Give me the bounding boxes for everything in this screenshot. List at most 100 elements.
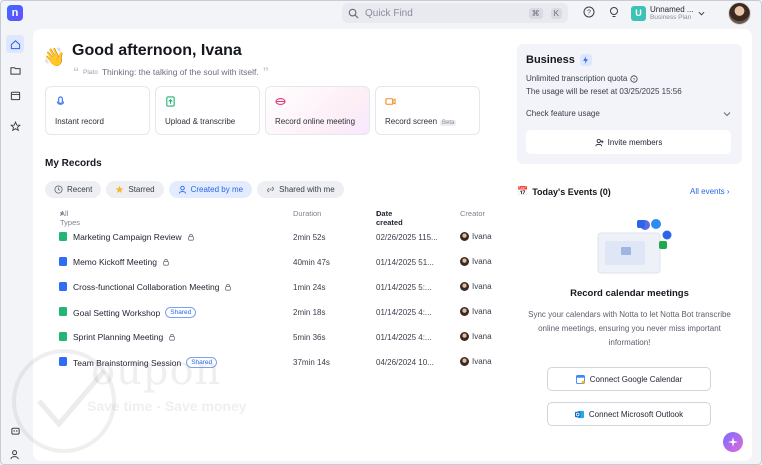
- record-online-meeting-button[interactable]: Record online meeting: [265, 86, 370, 135]
- table-row[interactable]: Sprint Planning Meeting 5min 36s 01/14/202…: [33, 324, 503, 349]
- table-row[interactable]: Marketing Campaign Review 2min 52s 02/26/2…: [33, 224, 503, 249]
- record-duration: 2min 52s: [293, 233, 326, 242]
- microphone-icon: [56, 96, 65, 105]
- creator-avatar: [460, 232, 469, 241]
- quote-author: Plato: [83, 68, 98, 76]
- user-menu[interactable]: U Unnamed ... Business Plan: [631, 2, 723, 24]
- record-filters: Recent Starred Created by me Shared with…: [45, 181, 344, 198]
- table-row[interactable]: Team Brainstorming Session Shared 37min 14…: [33, 349, 503, 374]
- screen-record-icon: [385, 98, 396, 105]
- google-button-label: Connect Google Calendar: [589, 374, 683, 384]
- open-quote-mark: “: [73, 65, 79, 79]
- link-icon: [267, 186, 274, 193]
- record-creator: Ivana: [460, 232, 492, 241]
- calendar-sync-description: Sync your calendars with Notta to let No…: [528, 310, 731, 347]
- help-circle-icon[interactable]: ?: [630, 74, 638, 83]
- home-icon: [10, 39, 20, 49]
- records-table-header: All Types ▾ Duration Date created ↓ Crea…: [60, 209, 500, 227]
- main-panel: 👋 Good afternoon, Ivana “ Plato Thinking…: [33, 29, 752, 461]
- record-date: 01/14/2025 4:...: [376, 308, 432, 317]
- events-title: Today's Events (0): [532, 186, 611, 197]
- lock-icon: [187, 233, 194, 241]
- notta-logo[interactable]: n: [7, 5, 23, 21]
- filter-label: Starred: [128, 185, 155, 194]
- column-date-created[interactable]: Date created ↓: [376, 209, 403, 227]
- check-usage-label: Check feature usage: [526, 109, 600, 118]
- sidebar-home[interactable]: [6, 35, 24, 53]
- usage-reset-text: The usage will be reset at 03/25/2025 15…: [526, 87, 682, 96]
- sidebar-folders[interactable]: [6, 61, 24, 79]
- column-creator: Creator: [460, 209, 486, 218]
- profile-photo[interactable]: [728, 2, 751, 25]
- my-records-heading: My Records: [45, 158, 102, 169]
- filter-shared-with-me[interactable]: Shared with me: [257, 181, 344, 198]
- sidebar-calendar[interactable]: [6, 86, 24, 104]
- lock-icon: [163, 258, 169, 266]
- sidebar-add-member[interactable]: [6, 445, 24, 463]
- search-icon: [348, 8, 359, 19]
- upload-transcribe-button[interactable]: Upload & transcribe: [155, 86, 260, 135]
- shortcut-k: K: [550, 7, 562, 19]
- add-user-icon: [9, 449, 19, 459]
- help-icon[interactable]: ?: [583, 6, 595, 18]
- quick-find-search[interactable]: Quick Find ⌘ K: [342, 3, 568, 23]
- ai-assistant-button[interactable]: [723, 432, 743, 452]
- record-date: 01/14/2025 4:...: [376, 333, 432, 342]
- all-events-link[interactable]: All events ›: [690, 187, 730, 196]
- sidebar-integrations[interactable]: [6, 421, 24, 439]
- todays-events-heading: 📅 Today's Events (0): [517, 186, 611, 197]
- connect-google-calendar-button[interactable]: Connect Google Calendar: [547, 367, 711, 391]
- filter-recent[interactable]: Recent: [45, 181, 102, 198]
- record-title: Cross-functional Collaboration Meeting: [73, 282, 232, 292]
- lightbulb-icon[interactable]: [608, 6, 620, 18]
- record-duration: 2min 18s: [293, 308, 326, 317]
- record-title-text: Team Brainstorming Session: [73, 357, 182, 368]
- user-name: Unnamed ...: [650, 5, 694, 14]
- table-row[interactable]: Goal Setting Workshop Shared 2min 18s 01/14…: [33, 299, 503, 324]
- creator-avatar: [460, 257, 469, 266]
- invite-members-button[interactable]: Invite members: [526, 130, 731, 154]
- daily-quote: “ Plato Thinking: the talking of the sou…: [73, 65, 269, 79]
- table-row[interactable]: Memo Kickoff Meeting 40min 47s 01/14/2025 …: [33, 249, 503, 274]
- creator-name: Ivana: [472, 282, 492, 291]
- clock-icon: [54, 185, 63, 194]
- record-duration: 37min 14s: [293, 358, 330, 367]
- record-title: Goal Setting Workshop Shared: [73, 307, 197, 318]
- connect-microsoft-outlook-button[interactable]: Connect Microsoft Outlook: [547, 402, 711, 426]
- record-date: 01/14/2025 5:...: [376, 283, 432, 292]
- type-filter-dropdown[interactable]: All Types ▾: [60, 209, 80, 227]
- creator-avatar: [460, 282, 469, 291]
- record-calendar-heading: Record calendar meetings: [570, 288, 689, 299]
- creator-name: Ivana: [472, 232, 492, 241]
- upload-file-icon: [59, 332, 67, 341]
- google-calendar-icon: [575, 374, 585, 384]
- sidebar-starred[interactable]: [6, 117, 24, 135]
- column-duration[interactable]: Duration: [293, 209, 321, 218]
- upload-file-icon: [59, 307, 67, 316]
- record-title: Marketing Campaign Review: [73, 232, 195, 242]
- filter-label: Shared with me: [279, 185, 335, 194]
- action-label: Upload & transcribe: [165, 117, 236, 126]
- creator-name: Ivana: [472, 332, 492, 341]
- record-duration: 1min 24s: [293, 283, 326, 292]
- record-title-text: Goal Setting Workshop: [73, 307, 161, 318]
- user-icon: [178, 185, 186, 194]
- plan-title: Business: [526, 54, 592, 66]
- invite-label: Invite members: [607, 137, 663, 147]
- record-screen-button[interactable]: Record screen Beta: [375, 86, 480, 135]
- app-window: n Quick Find ⌘ K ? U Unnamed ... Busines…: [0, 0, 762, 465]
- record-date: 04/26/2024 10...: [376, 358, 434, 367]
- microphone-icon: [59, 357, 67, 366]
- filter-label: Recent: [67, 185, 93, 194]
- check-feature-usage-toggle[interactable]: Check feature usage: [526, 109, 731, 118]
- instant-record-button[interactable]: Instant record: [45, 86, 150, 135]
- record-title-text: Marketing Campaign Review: [73, 232, 182, 242]
- filter-created-by-me[interactable]: Created by me: [168, 181, 253, 198]
- action-label: Record online meeting: [275, 117, 356, 126]
- table-row[interactable]: Cross-functional Collaboration Meeting 1m…: [33, 274, 503, 299]
- search-placeholder: Quick Find: [365, 7, 413, 19]
- record-title: Sprint Planning Meeting: [73, 332, 176, 342]
- filter-starred[interactable]: Starred: [106, 181, 164, 198]
- sparkle-icon: [728, 437, 738, 447]
- record-title: Memo Kickoff Meeting: [73, 257, 170, 267]
